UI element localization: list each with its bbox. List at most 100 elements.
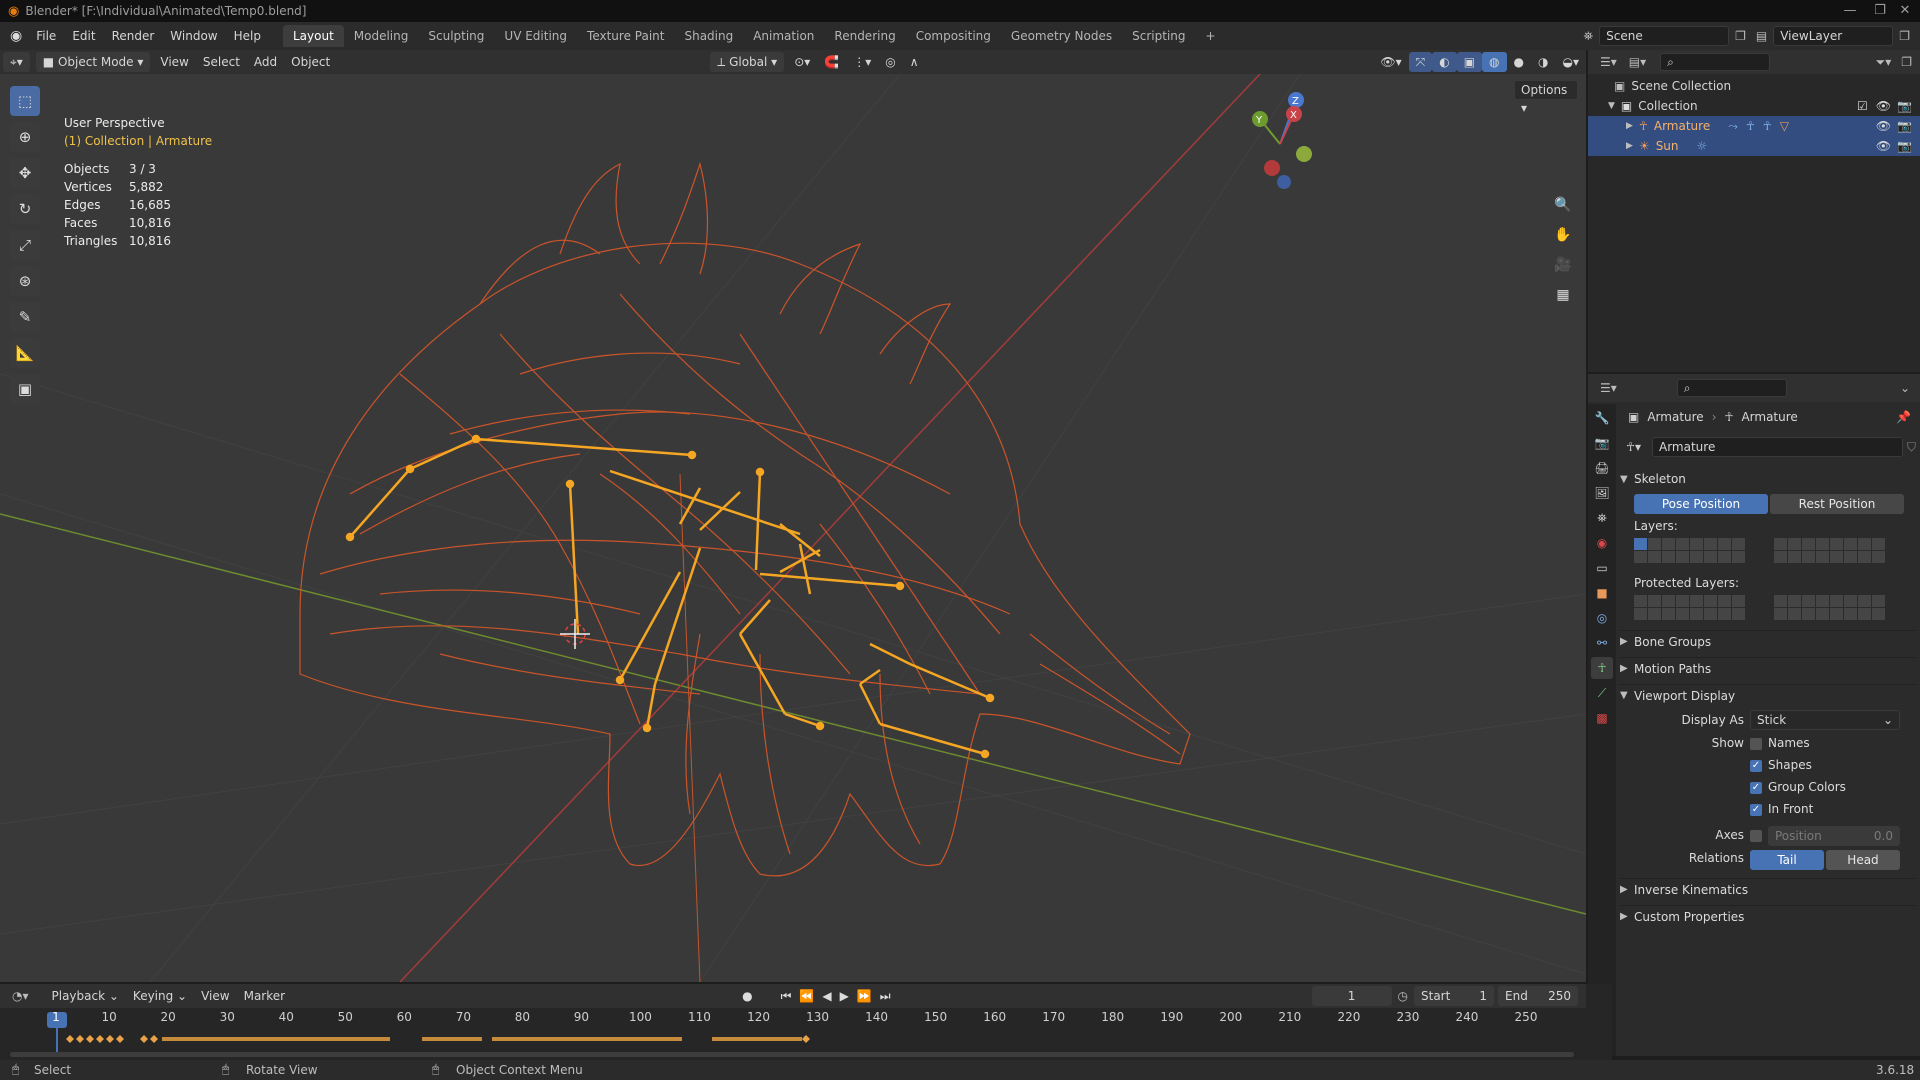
menu-marker[interactable]: Marker <box>237 986 292 1006</box>
world-tab-icon[interactable]: ◉ <box>1591 532 1613 554</box>
relations-tail-button[interactable]: Tail <box>1750 850 1824 870</box>
wireframe-shading-icon[interactable]: ◍ <box>1482 52 1507 72</box>
mode-selector[interactable]: ■ Object Mode ▾ <box>35 52 151 72</box>
fake-user-shield-icon[interactable]: ⛉ <box>1907 440 1916 455</box>
physics-tab-icon[interactable]: ◎ <box>1591 607 1613 629</box>
scene-icon[interactable]: ⛯ <box>1584 29 1594 44</box>
falloff-icon[interactable]: ∧ <box>903 52 926 72</box>
tab-sculpting[interactable]: Sculpting <box>418 25 494 47</box>
keyframe-strip[interactable] <box>62 1032 822 1046</box>
eye-icon[interactable]: 👁 <box>1876 139 1891 153</box>
menu-edit[interactable]: Edit <box>64 25 103 47</box>
tab-geometry-nodes[interactable]: Geometry Nodes <box>1001 25 1122 47</box>
display-mode-icon[interactable]: ▤▾ <box>1629 55 1646 69</box>
render-tab-icon[interactable]: 📷 <box>1591 432 1613 454</box>
timeline-scrollbar[interactable] <box>10 1052 1574 1057</box>
armature-data-tab-icon[interactable]: ☥ <box>1591 657 1613 679</box>
start-frame-field[interactable]: Start 1 <box>1414 986 1494 1006</box>
camera-view-icon[interactable]: 🎥 <box>1550 252 1576 278</box>
rendered-shading-icon[interactable]: ◒▾ <box>1556 52 1587 72</box>
tab-modeling[interactable]: Modeling <box>344 25 419 47</box>
vertex-groups-icon[interactable]: ▽ <box>1780 119 1789 133</box>
pin-icon[interactable]: 📌 <box>1896 410 1911 424</box>
select-box-tool-icon[interactable]: ⬚ <box>10 86 40 116</box>
cursor-tool-icon[interactable]: ⊕ <box>10 122 40 152</box>
object-tab-icon[interactable]: ■ <box>1591 582 1613 604</box>
tab-texture-paint[interactable]: Texture Paint <box>577 25 674 47</box>
scale-tool-icon[interactable]: ⤢ <box>10 230 40 260</box>
options-chevron-icon[interactable]: ⌄ <box>1900 381 1910 395</box>
bone-groups-panel-header[interactable]: ▶ Bone Groups <box>1620 630 1916 652</box>
new-scene-icon[interactable]: ❐ <box>1735 29 1746 43</box>
pose-icon[interactable]: ⤳ <box>1728 119 1738 134</box>
inverse-kinematics-panel-header[interactable]: ▶ Inverse Kinematics <box>1620 878 1916 900</box>
add-cube-tool-icon[interactable]: ▣ <box>10 374 40 404</box>
tab-scripting[interactable]: Scripting <box>1122 25 1195 47</box>
protected-layers-grid-left[interactable] <box>1634 595 1745 620</box>
datablock-name-field[interactable]: Armature <box>1652 437 1903 457</box>
xray-toggle-icon[interactable]: ▣ <box>1456 52 1483 72</box>
jump-start-icon[interactable]: ⏮ <box>781 989 792 1004</box>
prev-keyframe-icon[interactable]: ⏪ <box>799 989 814 1003</box>
timeline-body[interactable]: 1 10 20 30 40 50 60 70 80 90 100 110 120 130 140 150 160… <box>0 1008 1586 1060</box>
rotate-tool-icon[interactable]: ↻ <box>10 194 40 224</box>
group-colors-checkbox[interactable]: ✓ <box>1750 782 1762 794</box>
menu-keying[interactable]: Keying ⌄ <box>126 986 194 1006</box>
tab-shading[interactable]: Shading <box>674 25 743 47</box>
measure-tool-icon[interactable]: 📐 <box>10 338 40 368</box>
include-checkbox-icon[interactable]: ☑ <box>1857 99 1868 113</box>
tab-layout[interactable]: Layout <box>282 25 344 47</box>
outliner-row-armature[interactable]: ▶ ☥ Armature ⤳ ☥ ☥ ▽ 👁 📷 <box>1588 116 1920 136</box>
outliner-row-scene-collection[interactable]: ▣ Scene Collection <box>1588 76 1920 96</box>
view-layer-icon[interactable]: ▤ <box>1756 29 1767 43</box>
options-button[interactable]: Options ▾ <box>1514 80 1578 115</box>
bone-layers-grid-left[interactable] <box>1634 538 1745 563</box>
scene-selector[interactable]: Scene <box>1599 26 1730 46</box>
3d-viewport[interactable]: Z Y X ⬚ ⊕ ✥ ↻ ⤢ ⊛ ✎ 📐 ▣ User Perspective… <box>0 74 1586 982</box>
record-icon[interactable]: ● <box>742 989 752 1003</box>
axes-checkbox[interactable] <box>1750 830 1762 842</box>
pivot-icon[interactable]: ⊙▾ <box>787 52 817 72</box>
timeline-editor-icon[interactable]: ◔▾ <box>12 989 29 1003</box>
pose-position-button[interactable]: Pose Position <box>1634 494 1768 514</box>
menu-playback[interactable]: Playback ⌄ <box>45 986 126 1006</box>
in-front-checkbox[interactable]: ✓ <box>1750 804 1762 816</box>
jump-end-icon[interactable]: ⏭ <box>880 989 891 1004</box>
current-frame-field[interactable]: 1 <box>1311 986 1392 1006</box>
shapes-checkbox[interactable]: ✓ <box>1750 760 1762 772</box>
visibility-icon[interactable]: 👁▾ <box>1373 52 1408 72</box>
bone-tab-icon[interactable]: ⟋ <box>1591 682 1613 704</box>
modifier-icon[interactable]: ☥ <box>1763 119 1772 133</box>
expand-icon[interactable]: ▶ <box>1626 141 1633 151</box>
outliner-row-collection[interactable]: ▼ ▣ Collection ☑ 👁 📷 <box>1588 96 1920 116</box>
new-collection-icon[interactable]: ❐ <box>1901 55 1912 69</box>
editor-type-icon[interactable]: ⌖▾ <box>3 52 30 72</box>
output-tab-icon[interactable]: 🖨 <box>1591 457 1613 479</box>
menu-file[interactable]: File <box>28 25 64 47</box>
menu-help[interactable]: Help <box>226 25 269 47</box>
tab-animation[interactable]: Animation <box>743 25 824 47</box>
motion-paths-panel-header[interactable]: ▶ Motion Paths <box>1620 657 1916 679</box>
axes-position-field[interactable]: Position 0.0 <box>1768 826 1900 846</box>
snap-icon[interactable]: 🧲 <box>817 52 846 72</box>
view-layer-tab-icon[interactable]: 🖼 <box>1591 482 1613 504</box>
end-frame-field[interactable]: End 250 <box>1498 986 1578 1006</box>
collection-tab-icon[interactable]: ▭ <box>1591 557 1613 579</box>
rest-position-button[interactable]: Rest Position <box>1770 494 1904 514</box>
expand-icon[interactable]: ▶ <box>1626 121 1633 131</box>
properties-editor-icon[interactable]: ☰▾ <box>1600 381 1617 395</box>
play-icon[interactable]: ▶ <box>840 989 849 1003</box>
perspective-grid-icon[interactable]: ▦ <box>1550 282 1576 308</box>
menu-view[interactable]: View <box>153 52 195 72</box>
armature-type-icon[interactable]: ☥▾ <box>1626 440 1652 454</box>
tab-compositing[interactable]: Compositing <box>906 25 1001 47</box>
next-keyframe-icon[interactable]: ⏩ <box>857 989 872 1003</box>
proportional-edit-icon[interactable]: ◎ <box>878 52 902 72</box>
outliner-row-sun[interactable]: ▶ ☀ Sun ☼ 👁 📷 <box>1588 136 1920 156</box>
menu-select[interactable]: Select <box>196 52 247 72</box>
overlay-toggle-icon[interactable]: ◐ <box>1432 52 1457 72</box>
relations-head-button[interactable]: Head <box>1826 850 1900 870</box>
custom-properties-panel-header[interactable]: ▶ Custom Properties <box>1620 905 1916 927</box>
eye-icon[interactable]: 👁 <box>1876 119 1891 133</box>
solid-shading-icon[interactable]: ● <box>1507 52 1531 72</box>
